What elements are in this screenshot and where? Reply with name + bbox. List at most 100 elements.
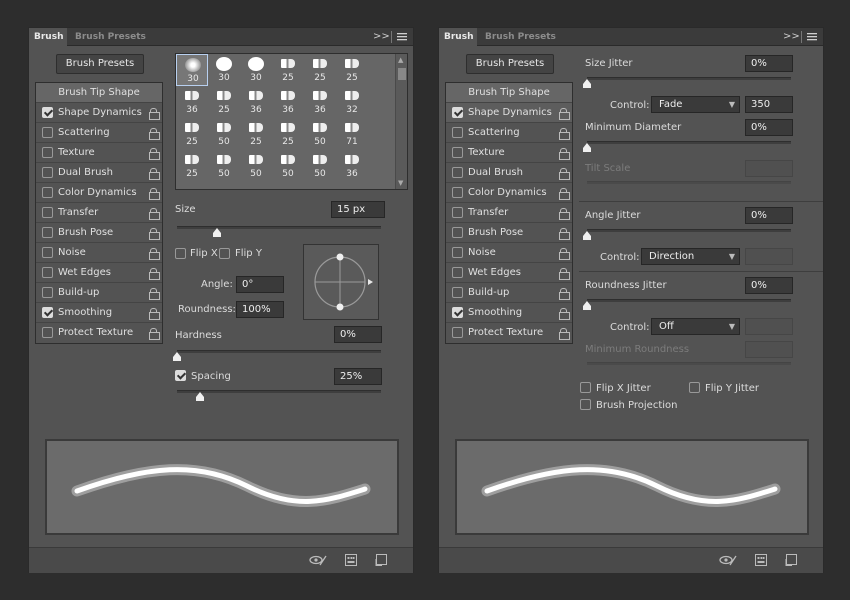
brush-tip-cell[interactable]: 50 — [272, 150, 304, 182]
list-item-smoothing[interactable]: Smoothing — [36, 303, 162, 323]
list-item-protect-texture[interactable]: Protect Texture — [446, 323, 572, 343]
checkbox-smoothing[interactable] — [452, 307, 463, 318]
lock-icon[interactable] — [559, 288, 570, 300]
angle-jitter-slider-thumb[interactable] — [583, 231, 591, 240]
list-item-transfer[interactable]: Transfer — [446, 203, 572, 223]
hardness-slider-thumb[interactable] — [173, 352, 181, 361]
angle-jitter-slider-track[interactable] — [587, 229, 791, 232]
hardness-slider-track[interactable] — [177, 350, 381, 353]
brush-tip-cell[interactable]: 25 — [272, 118, 304, 150]
lock-icon[interactable] — [559, 228, 570, 240]
tab-brush-presets[interactable]: Brush Presets — [480, 28, 561, 46]
brush-tip-cell[interactable]: 50 — [208, 150, 240, 182]
roundness-field[interactable]: 100% — [236, 301, 284, 318]
angle-roundness-widget[interactable] — [303, 244, 379, 320]
list-item-transfer[interactable]: Transfer — [36, 203, 162, 223]
collapse-panel-icon[interactable]: >> — [783, 28, 800, 46]
brush-tip-cell[interactable]: 36 — [176, 86, 208, 118]
checkbox-shape-dynamics[interactable] — [452, 107, 463, 118]
size-jitter-field[interactable]: 0% — [745, 55, 793, 72]
scrollbar-thumb[interactable] — [398, 68, 406, 80]
spacing-slider-track[interactable] — [177, 390, 381, 393]
lock-icon[interactable] — [559, 128, 570, 140]
list-item-wet-edges[interactable]: Wet Edges — [446, 263, 572, 283]
brush-tip-cell[interactable]: 32 — [336, 86, 368, 118]
checkbox-wet-edges[interactable] — [42, 267, 53, 278]
brush-projection-checkbox[interactable] — [580, 399, 591, 410]
list-item-shape-dynamics[interactable]: Shape Dynamics — [446, 103, 572, 123]
list-item-scattering[interactable]: Scattering — [36, 123, 162, 143]
hardness-field[interactable]: 0% — [334, 326, 382, 343]
roundness-jitter-slider-track[interactable] — [587, 299, 791, 302]
checkbox-transfer[interactable] — [452, 207, 463, 218]
list-item-scattering[interactable]: Scattering — [446, 123, 572, 143]
spacing-checkbox[interactable] — [175, 370, 186, 381]
checkbox-color-dynamics[interactable] — [452, 187, 463, 198]
list-item-brush-tip-shape[interactable]: Brush Tip Shape — [36, 83, 162, 103]
checkbox-scattering[interactable] — [452, 127, 463, 138]
brush-tip-scrollbar[interactable]: ▲ ▼ — [395, 54, 407, 189]
list-item-wet-edges[interactable]: Wet Edges — [36, 263, 162, 283]
size-jitter-slider-track[interactable] — [587, 77, 791, 80]
tab-brush-presets[interactable]: Brush Presets — [70, 28, 151, 46]
brush-presets-button[interactable]: Brush Presets — [466, 54, 554, 74]
brush-tip-cell[interactable]: 36 — [240, 86, 272, 118]
lock-icon[interactable] — [149, 148, 160, 160]
spacing-slider-thumb[interactable] — [196, 392, 204, 401]
brush-tip-cell[interactable]: 36 — [336, 150, 368, 182]
lock-icon[interactable] — [559, 188, 570, 200]
minimum-diameter-slider-track[interactable] — [587, 141, 791, 144]
lock-icon[interactable] — [149, 268, 160, 280]
lock-icon[interactable] — [559, 108, 570, 120]
brush-tip-cell[interactable]: 50 — [304, 118, 336, 150]
lock-icon[interactable] — [559, 208, 570, 220]
list-item-noise[interactable]: Noise — [36, 243, 162, 263]
checkbox-build-up[interactable] — [42, 287, 53, 298]
tab-brush[interactable]: Brush — [29, 28, 67, 47]
size-field[interactable]: 15 px — [331, 201, 385, 218]
brush-tip-cell[interactable]: 30 — [176, 54, 208, 86]
checkbox-protect-texture[interactable] — [452, 327, 463, 338]
create-new-brush-icon[interactable] — [785, 554, 797, 566]
brush-tip-cell[interactable]: 25 — [208, 86, 240, 118]
minimum-diameter-slider-thumb[interactable] — [583, 143, 591, 152]
checkbox-smoothing[interactable] — [42, 307, 53, 318]
brush-tip-cell[interactable]: 50 — [240, 150, 272, 182]
flip-x-checkbox[interactable] — [175, 248, 186, 259]
lock-icon[interactable] — [559, 268, 570, 280]
lock-icon[interactable] — [149, 228, 160, 240]
lock-icon[interactable] — [559, 308, 570, 320]
lock-icon[interactable] — [559, 168, 570, 180]
flip-y-checkbox[interactable] — [219, 248, 230, 259]
size-slider-track[interactable] — [177, 226, 381, 229]
lock-icon[interactable] — [149, 248, 160, 260]
angle-jitter-field[interactable]: 0% — [745, 207, 793, 224]
brush-grid-icon[interactable] — [345, 554, 357, 566]
brush-tip-cell[interactable]: 50 — [208, 118, 240, 150]
brush-grid-icon[interactable] — [755, 554, 767, 566]
brush-tip-cell[interactable]: 71 — [336, 118, 368, 150]
checkbox-protect-texture[interactable] — [42, 327, 53, 338]
list-item-brush-pose[interactable]: Brush Pose — [446, 223, 572, 243]
list-item-brush-pose[interactable]: Brush Pose — [36, 223, 162, 243]
lock-icon[interactable] — [149, 308, 160, 320]
list-item-brush-tip-shape[interactable]: Brush Tip Shape — [446, 83, 572, 103]
flip-x-jitter-checkbox[interactable] — [580, 382, 591, 393]
lock-icon[interactable] — [559, 248, 570, 260]
checkbox-shape-dynamics[interactable] — [42, 107, 53, 118]
checkbox-texture[interactable] — [42, 147, 53, 158]
list-item-dual-brush[interactable]: Dual Brush — [446, 163, 572, 183]
list-item-dual-brush[interactable]: Dual Brush — [36, 163, 162, 183]
checkbox-color-dynamics[interactable] — [42, 187, 53, 198]
brush-tip-cell[interactable]: 50 — [304, 150, 336, 182]
flip-y-jitter-checkbox[interactable] — [689, 382, 700, 393]
minimum-diameter-field[interactable]: 0% — [745, 119, 793, 136]
list-item-protect-texture[interactable]: Protect Texture — [36, 323, 162, 343]
scroll-up-icon[interactable]: ▲ — [398, 56, 403, 64]
list-item-texture[interactable]: Texture — [36, 143, 162, 163]
spacing-field[interactable]: 25% — [334, 368, 382, 385]
list-item-smoothing[interactable]: Smoothing — [446, 303, 572, 323]
checkbox-transfer[interactable] — [42, 207, 53, 218]
roundness-control-select[interactable]: Off ▼ — [651, 318, 740, 335]
checkbox-dual-brush[interactable] — [452, 167, 463, 178]
